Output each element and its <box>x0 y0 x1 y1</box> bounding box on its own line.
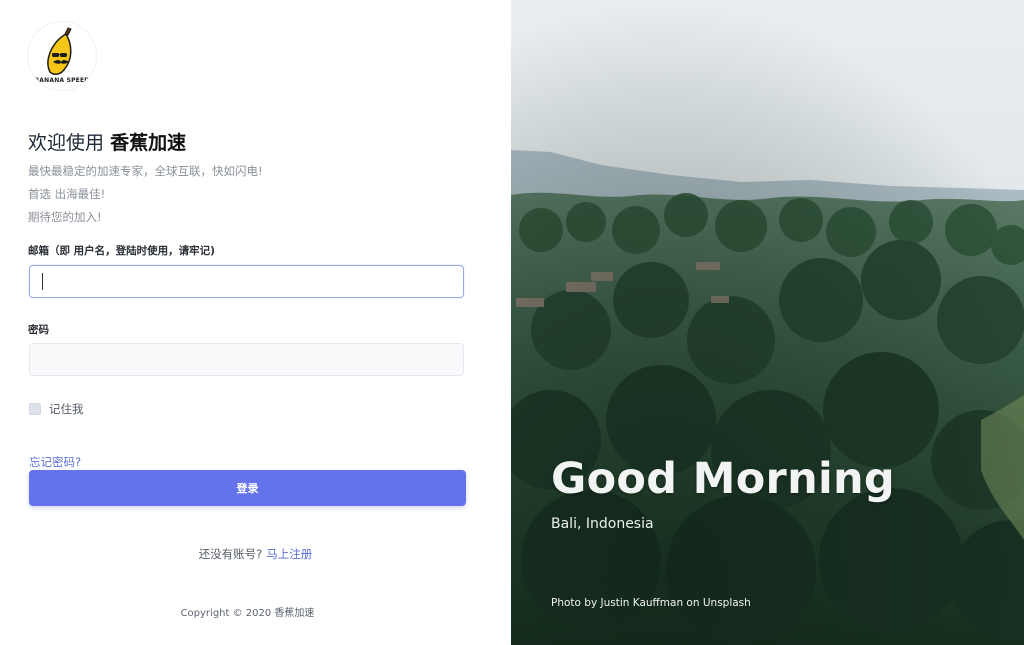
welcome-heading: 欢迎使用 香蕉加速 <box>28 128 186 155</box>
remember-me[interactable]: 记住我 <box>29 401 84 417</box>
text-caret <box>42 273 43 290</box>
welcome-brand: 香蕉加速 <box>110 132 187 154</box>
tagline-1: 最快最稳定的加速专家，全球互联，快如闪电! <box>28 164 263 178</box>
hero-title: Good Morning <box>551 454 896 504</box>
password-label: 密码 <box>28 324 49 336</box>
hero-subtitle: Bali, Indonesia <box>551 516 654 532</box>
login-panel: BANANA SPEED 欢迎使用 香蕉加速 最快最稳定的加速专家，全球互联，快… <box>0 0 511 645</box>
forest-background-image <box>511 0 1024 645</box>
tagline-3: 期待您的加入! <box>28 210 102 224</box>
password-input[interactable] <box>29 343 464 376</box>
tagline-2: 首选 出海最佳! <box>28 187 106 201</box>
signup-text: 还没有账号? <box>198 547 263 561</box>
login-page: BANANA SPEED 欢迎使用 香蕉加速 最快最稳定的加速专家，全球互联，快… <box>0 0 1024 645</box>
brand-logo: BANANA SPEED <box>28 22 96 90</box>
login-button[interactable]: 登录 <box>29 470 466 506</box>
welcome-prefix: 欢迎使用 <box>28 132 105 154</box>
remember-label: 记住我 <box>49 402 84 416</box>
email-input[interactable] <box>29 265 464 298</box>
hero-panel: Good Morning Bali, Indonesia Photo by Ju… <box>511 0 1024 645</box>
logo-wordmark: BANANA SPEED <box>34 77 90 84</box>
email-label: 邮箱（即 用户名，登陆时使用，请牢记) <box>28 245 215 257</box>
forgot-password-link[interactable]: 忘记密码? <box>29 454 81 470</box>
photo-credit: Photo by Justin Kauffman on Unsplash <box>551 597 751 609</box>
signup-link[interactable]: 马上注册 <box>266 547 312 561</box>
signup-prompt: 还没有账号? 马上注册 <box>0 546 511 562</box>
copyright: Copyright © 2020 香蕉加速 <box>180 608 315 619</box>
remember-checkbox[interactable] <box>29 403 41 415</box>
